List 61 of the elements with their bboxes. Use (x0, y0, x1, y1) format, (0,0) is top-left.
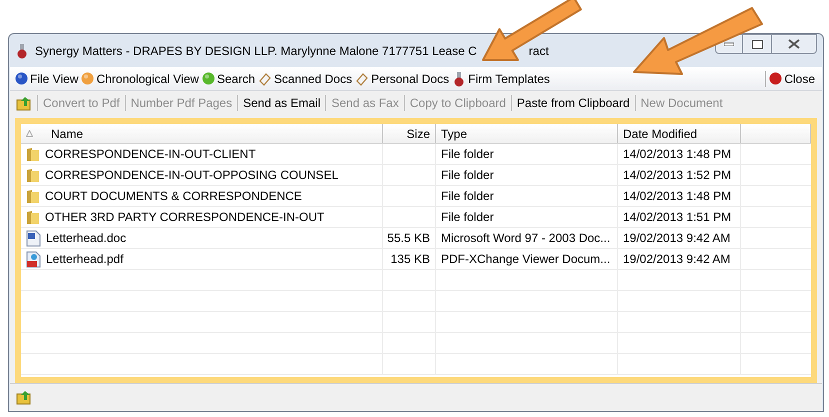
maximize-icon (752, 40, 762, 48)
table-cell-text: 14/02/2013 1:48 PM (623, 146, 732, 163)
table-cell-text: 19/02/2013 9:42 AM (623, 230, 730, 247)
menu-item[interactable]: File View (15, 70, 78, 88)
app-icon (15, 42, 29, 58)
ball-icon (15, 72, 28, 85)
file-row[interactable]: Letterhead.pdf 135 KB PDF-XChange Viewer Docum... 19/02/2013 9:42 AM (21, 249, 811, 270)
file-row[interactable]: Letterhead.doc 55.5 KB Microsoft Word 97 - 2003 Doc... 19/02/2013 9:42 AM (21, 228, 811, 249)
file-row[interactable]: CORRESPONDENCE-IN-OUT-CLIENT File folder 14/02/2013 1:48 PM (21, 144, 811, 165)
table-cell-text: CORRESPONDENCE-IN-OUT-OPPOSING COUNSEL (45, 167, 338, 184)
table-cell-text: CORRESPONDENCE-IN-OUT-CLIENT (45, 146, 256, 163)
folder-icon (26, 210, 40, 224)
table-cell-text: Microsoft Word 97 - 2003 Doc... (441, 230, 610, 247)
flask-icon (452, 70, 466, 86)
column-header[interactable]: Size (383, 124, 436, 143)
word-document-icon (26, 230, 41, 246)
table-cell-text: 14/02/2013 1:48 PM (623, 188, 732, 205)
menu-item[interactable]: Firm Templates (452, 70, 550, 88)
close-icon (788, 39, 800, 49)
file-row[interactable]: OTHER 3RD PARTY CORRESPONDENCE-IN-OUT File folder 14/02/2013 1:51 PM (21, 207, 811, 228)
table-cell-text: File folder (441, 209, 494, 226)
folder-up-icon[interactable] (16, 390, 32, 405)
table-cell-text: OTHER 3RD PARTY CORRESPONDENCE-IN-OUT (45, 209, 324, 226)
menu-item[interactable]: Scanned Docs (258, 70, 352, 88)
close-button[interactable]: Close (769, 70, 815, 88)
ball-icon (81, 72, 94, 85)
table-cell-text: File folder (441, 167, 494, 184)
menu-item[interactable]: Personal Docs (355, 70, 450, 88)
folder-icon (26, 168, 40, 182)
pdf-document-icon (26, 250, 41, 268)
table-cell-text: 55.5 KB (387, 230, 430, 247)
close-window-button[interactable] (771, 34, 817, 54)
minimize-icon (724, 42, 734, 46)
sort-icon (26, 130, 33, 137)
table-cell-text: 14/02/2013 1:51 PM (623, 209, 732, 226)
maximize-button[interactable] (743, 34, 771, 54)
file-row[interactable]: CORRESPONDENCE-IN-OUT-OPPOSING COUNSEL File folder 14/02/2013 1:52 PM (21, 165, 811, 186)
table-cell-text: Letterhead.pdf (46, 251, 124, 268)
table-cell-text: 14/02/2013 1:52 PM (623, 167, 732, 184)
column-header[interactable]: Type (436, 124, 618, 143)
toolbar-button[interactable]: Paste from Clipboard (516, 94, 630, 112)
menu-item[interactable]: Search (202, 70, 256, 88)
table-cell-text: File folder (441, 188, 494, 205)
file-row[interactable]: COURT DOCUMENTS & CORRESPONDENCE File folder 14/02/2013 1:48 PM (21, 186, 811, 207)
folder-icon (26, 146, 40, 162)
ball-icon (202, 72, 215, 85)
table-cell-text: File folder (441, 146, 494, 163)
table-cell-text: 19/02/2013 9:42 AM (623, 251, 730, 268)
table-cell-text: 135 KB (390, 251, 430, 268)
table-cell-text: COURT DOCUMENTS & CORRESPONDENCE (45, 188, 302, 205)
window-title: ract (528, 42, 549, 60)
table-cell-text: PDF-XChange Viewer Docum... (441, 251, 610, 268)
toolbar-button[interactable]: Send as Email (243, 94, 320, 112)
ball-icon (769, 72, 782, 85)
column-header[interactable]: Name (21, 124, 383, 143)
folder-icon (26, 188, 40, 204)
folder-up-icon[interactable] (16, 96, 32, 110)
column-header[interactable]: Date Modified (618, 124, 741, 143)
menu-item[interactable]: Chronological View (81, 70, 199, 88)
table-cell-text: Letterhead.doc (46, 230, 126, 247)
window-title: Synergy Matters - DRAPES BY DESIGN LLP. Marylynne Malone 7177751 Lease C (35, 42, 477, 60)
